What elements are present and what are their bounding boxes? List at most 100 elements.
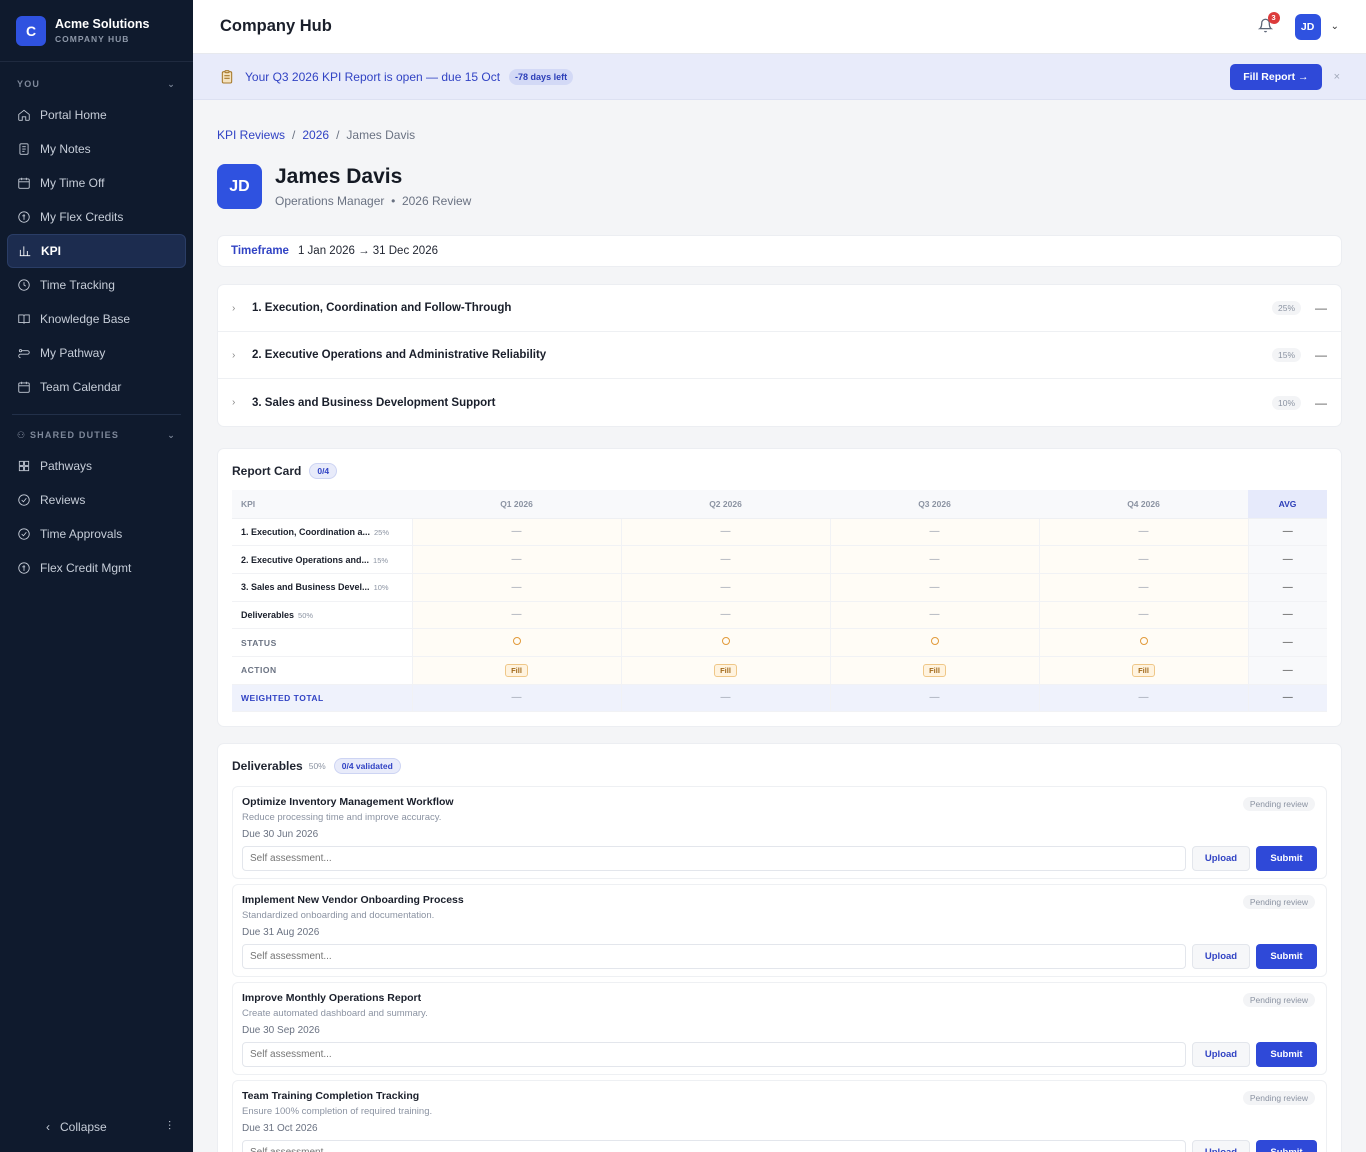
kpi-name-cell: 1. Execution, Coordination a... 25% (232, 518, 413, 547)
self-assessment-input[interactable] (242, 1042, 1186, 1068)
chevron-right-icon[interactable]: › (232, 397, 252, 408)
deliverable-description: Reduce processing time and improve accur… (242, 812, 442, 824)
kpi-section-row[interactable]: › 2. Executive Operations and Administrat… (218, 332, 1341, 379)
deliverable-due: Due 31 Oct 2026 (242, 1123, 318, 1135)
column-header: KPI (232, 490, 412, 519)
fill-button[interactable]: Fill (714, 663, 737, 677)
user-avatar[interactable]: JD (1294, 13, 1321, 40)
kpi-name-cell: 3. Sales and Business Devel... 10% (232, 573, 413, 602)
clock-icon (17, 278, 31, 292)
report-card-title: Report Card (232, 464, 302, 478)
status-badge: Pending review (1242, 1091, 1315, 1106)
minus-icon[interactable]: — (1315, 301, 1327, 315)
score-cell: — (412, 601, 622, 630)
self-assessment-input[interactable] (242, 1140, 1186, 1152)
fill-button[interactable]: Fill (923, 663, 946, 677)
sidebar-item-my-time-off[interactable]: My Time Off (7, 166, 186, 200)
credit-icon (17, 561, 31, 575)
submit-button[interactable]: Submit (1256, 1140, 1317, 1152)
minus-icon[interactable]: — (1315, 348, 1327, 362)
credit-icon (17, 210, 31, 224)
sidebar-item-time-approvals[interactable]: Time Approvals (7, 517, 186, 551)
action-label: ACTION (232, 656, 413, 685)
sidebar-item-my-notes[interactable]: My Notes (7, 132, 186, 166)
deliverable-description: Create automated dashboard and summary. (242, 1008, 428, 1020)
breadcrumb-year[interactable]: 2026 (302, 128, 329, 142)
deliverable-item: Optimize Inventory Management Workflow Re… (232, 786, 1327, 880)
upload-button[interactable]: Upload (1192, 846, 1250, 872)
total-cell: — (830, 684, 1040, 713)
deliverable-actions: UploadSubmit (242, 1042, 1317, 1068)
deliverable-actions: Upload Submit (242, 1140, 1317, 1152)
report-card: Report Card 0/4 KPI Q1 2026 Q2 2026 Q3 2026… (217, 448, 1342, 728)
deliverables-list: Optimize Inventory Management Workflow Re… (232, 786, 1327, 1152)
score-cell: — (830, 545, 1040, 574)
fill-button[interactable]: Fill (505, 663, 528, 677)
page-title: Company Hub (220, 17, 332, 35)
chevron-down-icon[interactable]: ⌄ (167, 79, 176, 90)
submit-button[interactable]: Submit (1256, 1042, 1317, 1068)
report-card-header: Report Card 0/4 (232, 463, 1327, 479)
sidebar-item-flex-credit-mgmt[interactable]: Flex Credit Mgmt (7, 551, 186, 585)
timeframe-bar: Timeframe 1 Jan 2026 → 31 Dec 2026 (217, 235, 1342, 267)
submit-button[interactable]: Submit (1256, 846, 1317, 872)
sidebar-item-reviews[interactable]: Reviews (7, 483, 186, 517)
sidebar-item-portal-home[interactable]: Portal Home (7, 98, 186, 132)
deliverable-due: Due 30 Jun 2026 (242, 829, 319, 841)
avg-cell: — (1248, 684, 1327, 713)
self-assessment-input[interactable] (242, 944, 1186, 970)
submit-button[interactable]: Submit (1256, 944, 1317, 970)
sidebar-item-my-flex-credits[interactable]: My Flex Credits (7, 200, 186, 234)
kpi-section-row[interactable]: › 1. Execution, Coordination and Follow-T… (218, 285, 1341, 332)
kpi-section-title: 3. Sales and Business Development Suppor… (252, 396, 496, 409)
close-icon[interactable]: × (1334, 71, 1340, 83)
sidebar-item-label: Time Tracking (40, 278, 115, 292)
upload-button[interactable]: Upload (1192, 1140, 1250, 1152)
minus-icon[interactable]: — (1315, 396, 1327, 410)
sidebar-item-team-calendar[interactable]: Team Calendar (7, 370, 186, 404)
chevron-right-icon[interactable]: › (232, 303, 252, 314)
sidebar-item-label: Knowledge Base (40, 312, 131, 326)
sidebar-item-pathways[interactable]: Pathways (7, 449, 186, 483)
sidebar-item-label: My Notes (40, 142, 91, 156)
self-assessment-input[interactable] (242, 846, 1186, 872)
sidebar-item-my-pathway[interactable]: My Pathway (7, 336, 186, 370)
table-row: 3. Sales and Business Devel... 10% — — — — — (232, 573, 1327, 602)
kpi-name-cell: 2. Executive Operations and... 15% (232, 545, 413, 574)
breadcrumb-kpi-reviews[interactable]: KPI Reviews (217, 128, 285, 142)
score-cell: — (621, 573, 831, 602)
avg-cell: — (1248, 601, 1327, 630)
breadcrumb: KPI Reviews/ 2026/ James Davis (217, 128, 416, 142)
chevron-right-icon[interactable]: › (232, 350, 252, 361)
score-cell: — (1039, 601, 1249, 630)
sidebar-item-knowledge-base[interactable]: Knowledge Base (7, 302, 186, 336)
chevron-down-icon[interactable]: ⌄ (1331, 21, 1339, 32)
status-cell (621, 628, 831, 657)
fill-button[interactable]: Fill (1132, 663, 1155, 677)
book-icon (17, 312, 31, 326)
upload-button[interactable]: Upload (1192, 1042, 1250, 1068)
section-you-header[interactable]: YOU ⌄ (0, 74, 193, 94)
sidebar-item-kpi[interactable]: KPI (7, 234, 186, 268)
chevron-down-icon[interactable]: ⌄ (167, 430, 176, 441)
table-row: 2. Executive Operations and... 15% — — — — — (232, 545, 1327, 574)
fill-report-button[interactable]: Fill Report → (1230, 63, 1322, 90)
sidebar-item-label: My Time Off (40, 176, 105, 190)
kpi-section-weight: 15% (1271, 348, 1301, 362)
collapse-button[interactable]: ‹ Collapse (46, 1120, 107, 1134)
kpi-section-row[interactable]: › 3. Sales and Business Development Suppo… (218, 379, 1341, 426)
sliders-icon[interactable]: ⫶ (168, 1119, 171, 1134)
section-shared-header[interactable]: ⚇ SHARED DUTIES ⌄ (0, 425, 193, 445)
notifications-button[interactable]: 3 (1257, 11, 1280, 36)
column-header: Q4 2026 (1039, 490, 1248, 519)
deliverable-title: Implement New Vendor Onboarding Process (242, 894, 464, 907)
users-icon: ⚇ (17, 429, 30, 440)
pending-status-icon (1139, 637, 1148, 646)
score-cell: — (621, 601, 831, 630)
kpi-name-cell: Deliverables 50% (232, 601, 413, 630)
upload-button[interactable]: Upload (1192, 944, 1250, 970)
brand[interactable]: C Acme Solutions COMPANY HUB (0, 0, 193, 62)
sidebar-item-time-tracking[interactable]: Time Tracking (7, 268, 186, 302)
pathway-icon (17, 346, 31, 360)
avg-cell: — (1248, 518, 1327, 547)
